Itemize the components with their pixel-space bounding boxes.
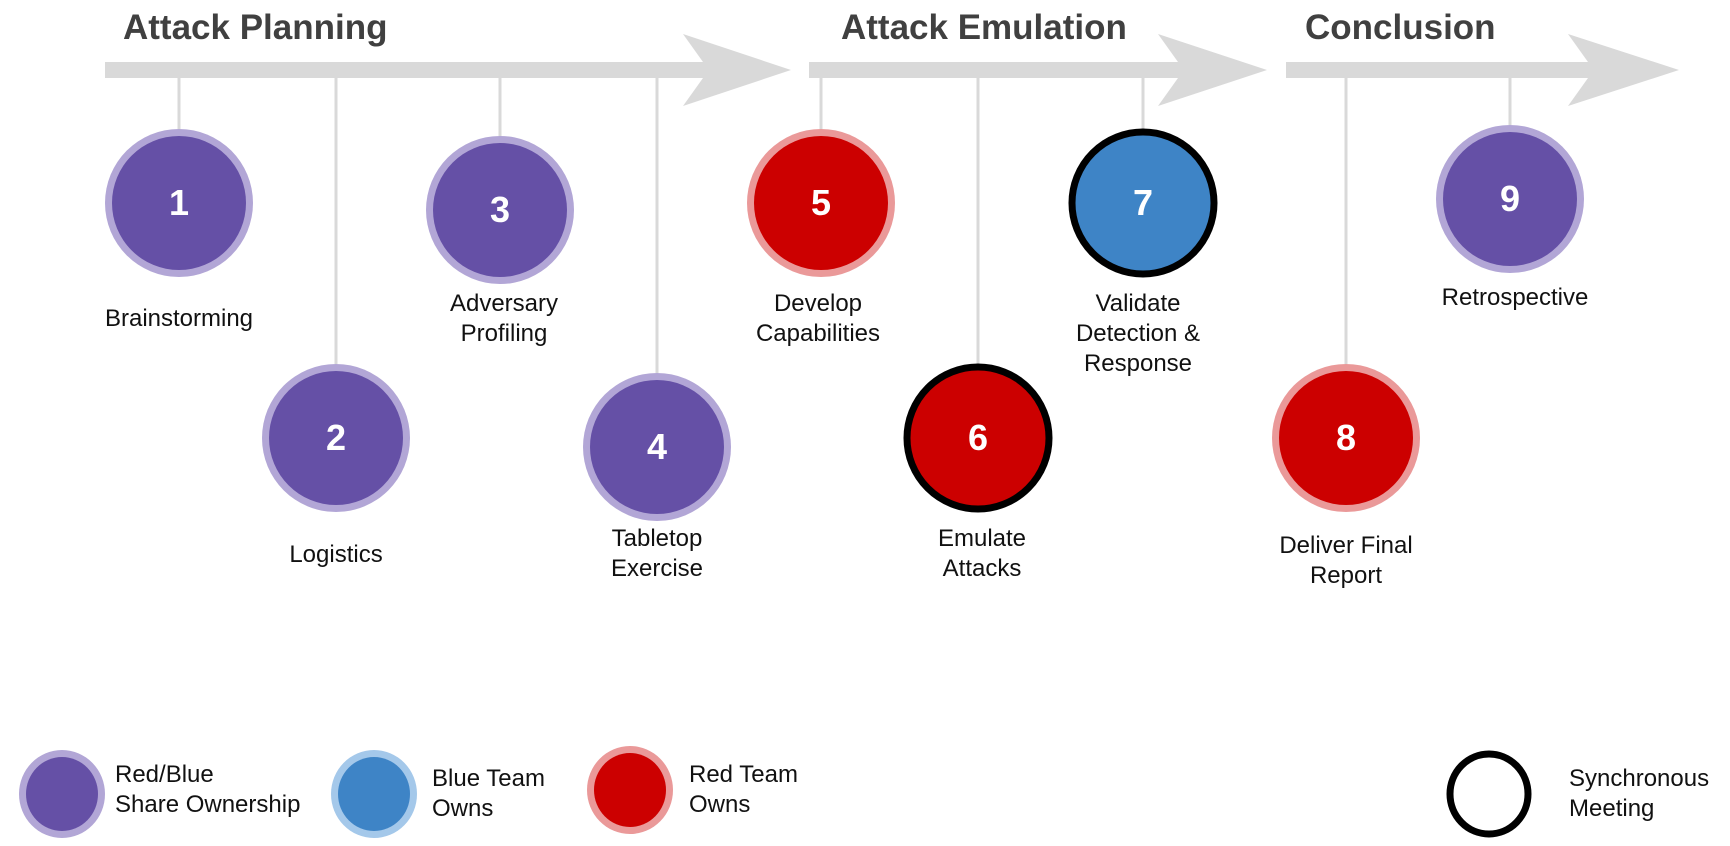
- legend-label-sync: Synchronous Meeting: [1569, 765, 1710, 822]
- step-node-develop-capabilities: 5: [747, 129, 895, 277]
- step-number-retrospective: 9: [1500, 178, 1520, 219]
- step-node-emulate-attacks: 6: [903, 363, 1053, 513]
- timeline-canvas: 1 2 3 4 5 6 7 8 9: [19, 34, 1679, 838]
- step-node-adversary-profiling: 3: [426, 136, 574, 284]
- step-node-validate-detection-response: 7: [1068, 128, 1218, 278]
- step-label-deliver-final-report: Deliver Final Report: [1279, 532, 1413, 589]
- legend-swatch-shared-icon: [26, 757, 98, 831]
- step-number-adversary-profiling: 3: [490, 189, 510, 230]
- step-label-emulate-attacks: Emulate Attacks: [937, 525, 1027, 582]
- legend-swatch-red-icon: [594, 753, 666, 827]
- step-number-tabletop-exercise: 4: [647, 426, 667, 467]
- step-label-tabletop-exercise: Tabletop Exercise: [610, 525, 704, 582]
- phase-title-attack-emulation: Attack Emulation: [841, 8, 1127, 47]
- legend-swatch-sync-icon: [1446, 750, 1532, 838]
- phase-title-attack-planning: Attack Planning: [123, 8, 388, 47]
- step-node-retrospective: 9: [1436, 125, 1584, 273]
- step-number-logistics: 2: [326, 417, 346, 458]
- step-number-validate-detection-response: 7: [1133, 182, 1153, 223]
- step-label-develop-capabilities: Develop Capabilities: [755, 290, 881, 347]
- phase-title-conclusion: Conclusion: [1305, 8, 1496, 47]
- step-node-brainstorming: 1: [105, 129, 253, 277]
- step-node-deliver-final-report: 8: [1272, 364, 1420, 512]
- step-number-deliver-final-report: 8: [1336, 417, 1356, 458]
- legend-swatch-blue-icon: [338, 757, 410, 831]
- step-label-adversary-profiling: Adversary Profiling: [449, 290, 559, 347]
- timeline-diagram: 1 2 3 4 5 6 7 8 9 Attack Planning Attack Emulati…: [0, 0, 1730, 846]
- step-label-retrospective: Retrospective: [1441, 284, 1589, 311]
- step-label-brainstorming: Brainstorming: [104, 305, 254, 332]
- step-number-develop-capabilities: 5: [811, 182, 831, 223]
- step-label-logistics: Logistics: [289, 541, 383, 568]
- step-node-tabletop-exercise: 4: [583, 373, 731, 521]
- step-label-validate-detection-response: Validate Detection & Response: [1075, 290, 1201, 377]
- legend-label-red: Red Team Owns: [689, 761, 798, 818]
- step-number-brainstorming: 1: [169, 182, 189, 223]
- step-node-logistics: 2: [262, 364, 410, 512]
- step-number-emulate-attacks: 6: [968, 417, 988, 458]
- legend-label-shared: Red/Blue Share Ownership: [115, 761, 301, 818]
- legend-label-blue: Blue Team Owns: [432, 765, 545, 822]
